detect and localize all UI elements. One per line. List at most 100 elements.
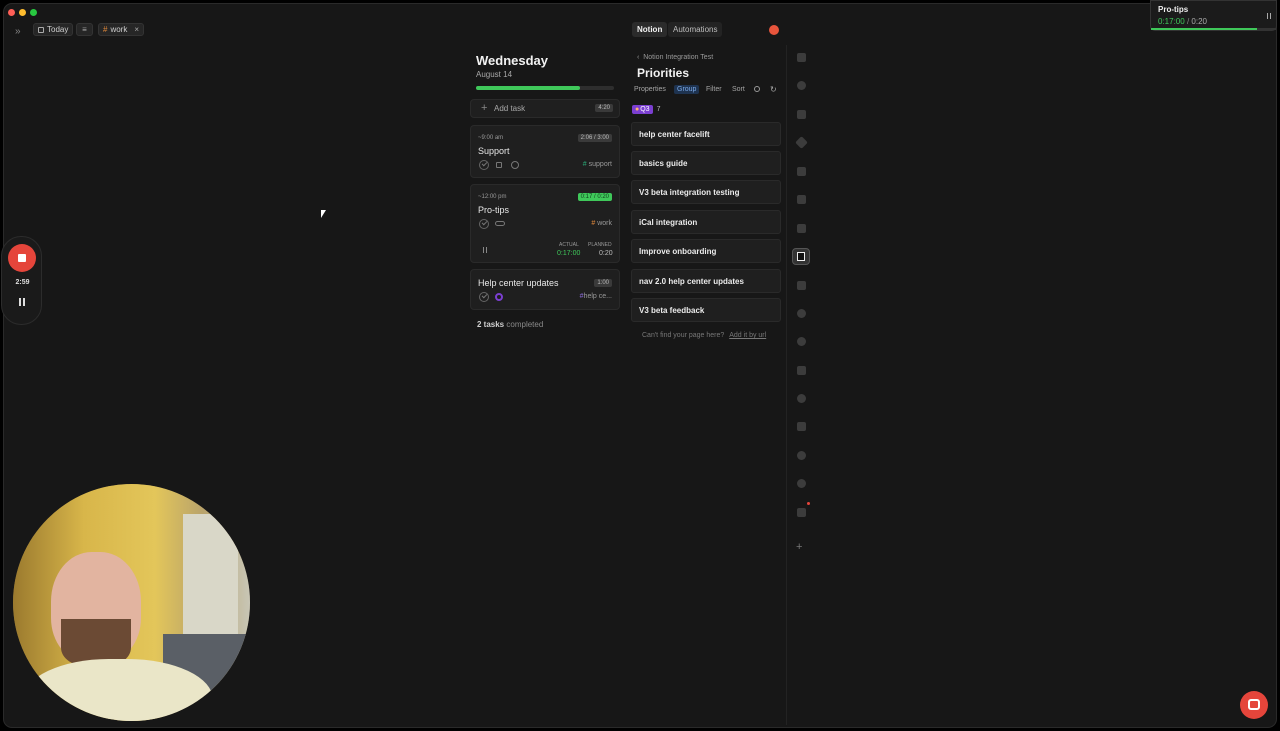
tab-notion[interactable]: Notion <box>632 22 668 37</box>
filter-button[interactable]: ≡ <box>76 23 93 36</box>
group-count: 7 <box>656 106 661 113</box>
task-card-help-center[interactable]: Help center updates 1:00 #help ce... <box>470 269 620 310</box>
add-by-url-link[interactable]: Add it by url <box>729 332 766 339</box>
mouse-cursor <box>321 210 326 218</box>
archive-icon[interactable] <box>797 422 806 431</box>
timer-task-title: Pro-tips <box>1158 5 1189 14</box>
priority-item[interactable]: V3 beta integration testing <box>631 180 781 204</box>
properties-button[interactable]: Properties <box>634 86 666 93</box>
webcam-bubble[interactable] <box>13 484 250 721</box>
today-label: Today <box>47 25 69 34</box>
today-button[interactable]: Today <box>33 23 74 36</box>
close-window-button[interactable] <box>8 9 15 16</box>
priority-item[interactable]: basics guide <box>631 151 781 175</box>
complete-check-icon[interactable] <box>479 292 489 302</box>
clock-icon[interactable] <box>511 161 519 169</box>
breadcrumb[interactable]: ‹ Notion Integration Test <box>637 54 713 61</box>
task-start-time: ~12:00 pm <box>478 194 507 200</box>
task-time-badge: 2:06 / 3:00 <box>577 134 612 142</box>
work-filter-label: work <box>110 25 128 34</box>
webcam-window <box>183 514 238 634</box>
search-rail-icon[interactable] <box>797 479 806 488</box>
close-icon[interactable]: × <box>134 25 139 34</box>
add-task-button[interactable]: + Add task 4:20 <box>470 99 620 118</box>
task-tag-label: help ce... <box>583 293 612 300</box>
timer-pause-icon[interactable] <box>1267 13 1271 19</box>
stop-icon <box>18 254 26 262</box>
list-icon[interactable] <box>797 195 806 204</box>
outlook-icon[interactable] <box>797 281 806 290</box>
notion-logo <box>797 252 805 261</box>
target-app-icon[interactable] <box>797 394 806 403</box>
task-tag: # work <box>591 220 612 227</box>
gmail-icon[interactable] <box>797 224 806 233</box>
link-icon[interactable] <box>495 221 505 226</box>
task-tag: # support <box>582 161 612 168</box>
chat-icon[interactable] <box>797 53 806 62</box>
pause-icon[interactable] <box>483 247 487 253</box>
notion-footer: Can't find your page here? Add it by url <box>642 332 766 339</box>
search-icon[interactable] <box>754 86 760 92</box>
pin-icon[interactable] <box>797 167 806 176</box>
task-tag-label: work <box>597 220 612 227</box>
avatar[interactable] <box>769 25 779 35</box>
recording-time: 2:59 <box>15 279 30 286</box>
timer-popup[interactable]: Pro-tips 0:17:00 / 0:20 <box>1150 0 1277 31</box>
task-title: Pro-tips <box>478 205 510 215</box>
task-card-support[interactable]: ~9:00 am 2:06 / 3:00 Support # support <box>470 125 620 178</box>
group-button[interactable]: Group <box>674 85 700 94</box>
priority-item[interactable]: V3 beta feedback <box>631 298 781 322</box>
completed-label: completed <box>506 320 544 329</box>
footer-text: Can't find your page here? <box>642 332 725 339</box>
lightning-icon[interactable] <box>797 508 806 517</box>
complete-check-icon[interactable] <box>479 219 489 229</box>
calendar-icon[interactable] <box>496 162 502 168</box>
timer-planned: 0:20 <box>1191 17 1207 26</box>
pause-button[interactable] <box>19 298 25 306</box>
priority-item[interactable]: nav 2.0 help center updates <box>631 269 781 293</box>
moon-icon[interactable] <box>797 451 806 460</box>
task-start-time: ~9:00 am <box>478 135 504 141</box>
day-progress-bar <box>476 86 614 90</box>
help-chat-button[interactable] <box>1240 691 1268 719</box>
zoom-window-button[interactable] <box>30 9 37 16</box>
priority-item[interactable]: iCal integration <box>631 210 781 234</box>
timer-progress-fill <box>1151 28 1258 30</box>
sync-icon[interactable] <box>797 309 806 318</box>
refresh-icon[interactable]: ↻ <box>770 85 777 94</box>
minimize-window-button[interactable] <box>19 9 26 16</box>
task-tag-label: support <box>588 161 612 168</box>
timer-elapsed: 0:17:00 <box>1158 17 1185 26</box>
tab-automations[interactable]: Automations <box>668 22 723 37</box>
planned-label: PLANNED <box>588 242 612 248</box>
sort-button[interactable]: Sort <box>732 86 745 93</box>
add-task-time: 4:20 <box>595 104 613 112</box>
task-title: Support <box>478 146 510 156</box>
target-icon[interactable] <box>495 293 503 301</box>
task-tag: #help ce... <box>579 293 612 300</box>
trello-icon[interactable] <box>797 110 806 119</box>
circle-app-icon[interactable] <box>797 337 806 346</box>
priority-item[interactable]: Improve onboarding <box>631 239 781 263</box>
group-header[interactable]: ● Q3 7 <box>632 104 660 115</box>
double-chevron-right-icon[interactable]: » <box>15 25 21 38</box>
chevron-left-icon: ‹ <box>637 54 640 61</box>
page-title: Priorities <box>637 66 690 80</box>
stop-record-button[interactable] <box>8 244 36 272</box>
work-filter-chip[interactable]: # work × <box>98 23 145 36</box>
completed-summary[interactable]: 2 tasks completed <box>477 320 543 329</box>
filter-button-notion[interactable]: Filter <box>706 86 722 93</box>
day-date: August 14 <box>476 70 513 79</box>
priority-item[interactable]: help center facelift <box>631 122 781 146</box>
people-icon[interactable] <box>797 81 806 90</box>
breadcrumb-label: Notion Integration Test <box>643 54 714 61</box>
completed-count: 2 tasks <box>477 320 505 329</box>
clickup-icon[interactable] <box>797 366 806 375</box>
notion-icon[interactable] <box>792 248 810 265</box>
complete-check-icon[interactable] <box>479 160 489 170</box>
task-time-badge: 1:00 <box>594 279 612 287</box>
task-card-pro-tips[interactable]: ~12:00 pm 0:17 / 0:20 Pro-tips # work AC… <box>470 184 620 263</box>
plus-icon[interactable]: + <box>796 541 802 553</box>
recorder-widget: 2:59 <box>1 236 42 325</box>
actual-time: 0:17:00 <box>557 250 581 257</box>
